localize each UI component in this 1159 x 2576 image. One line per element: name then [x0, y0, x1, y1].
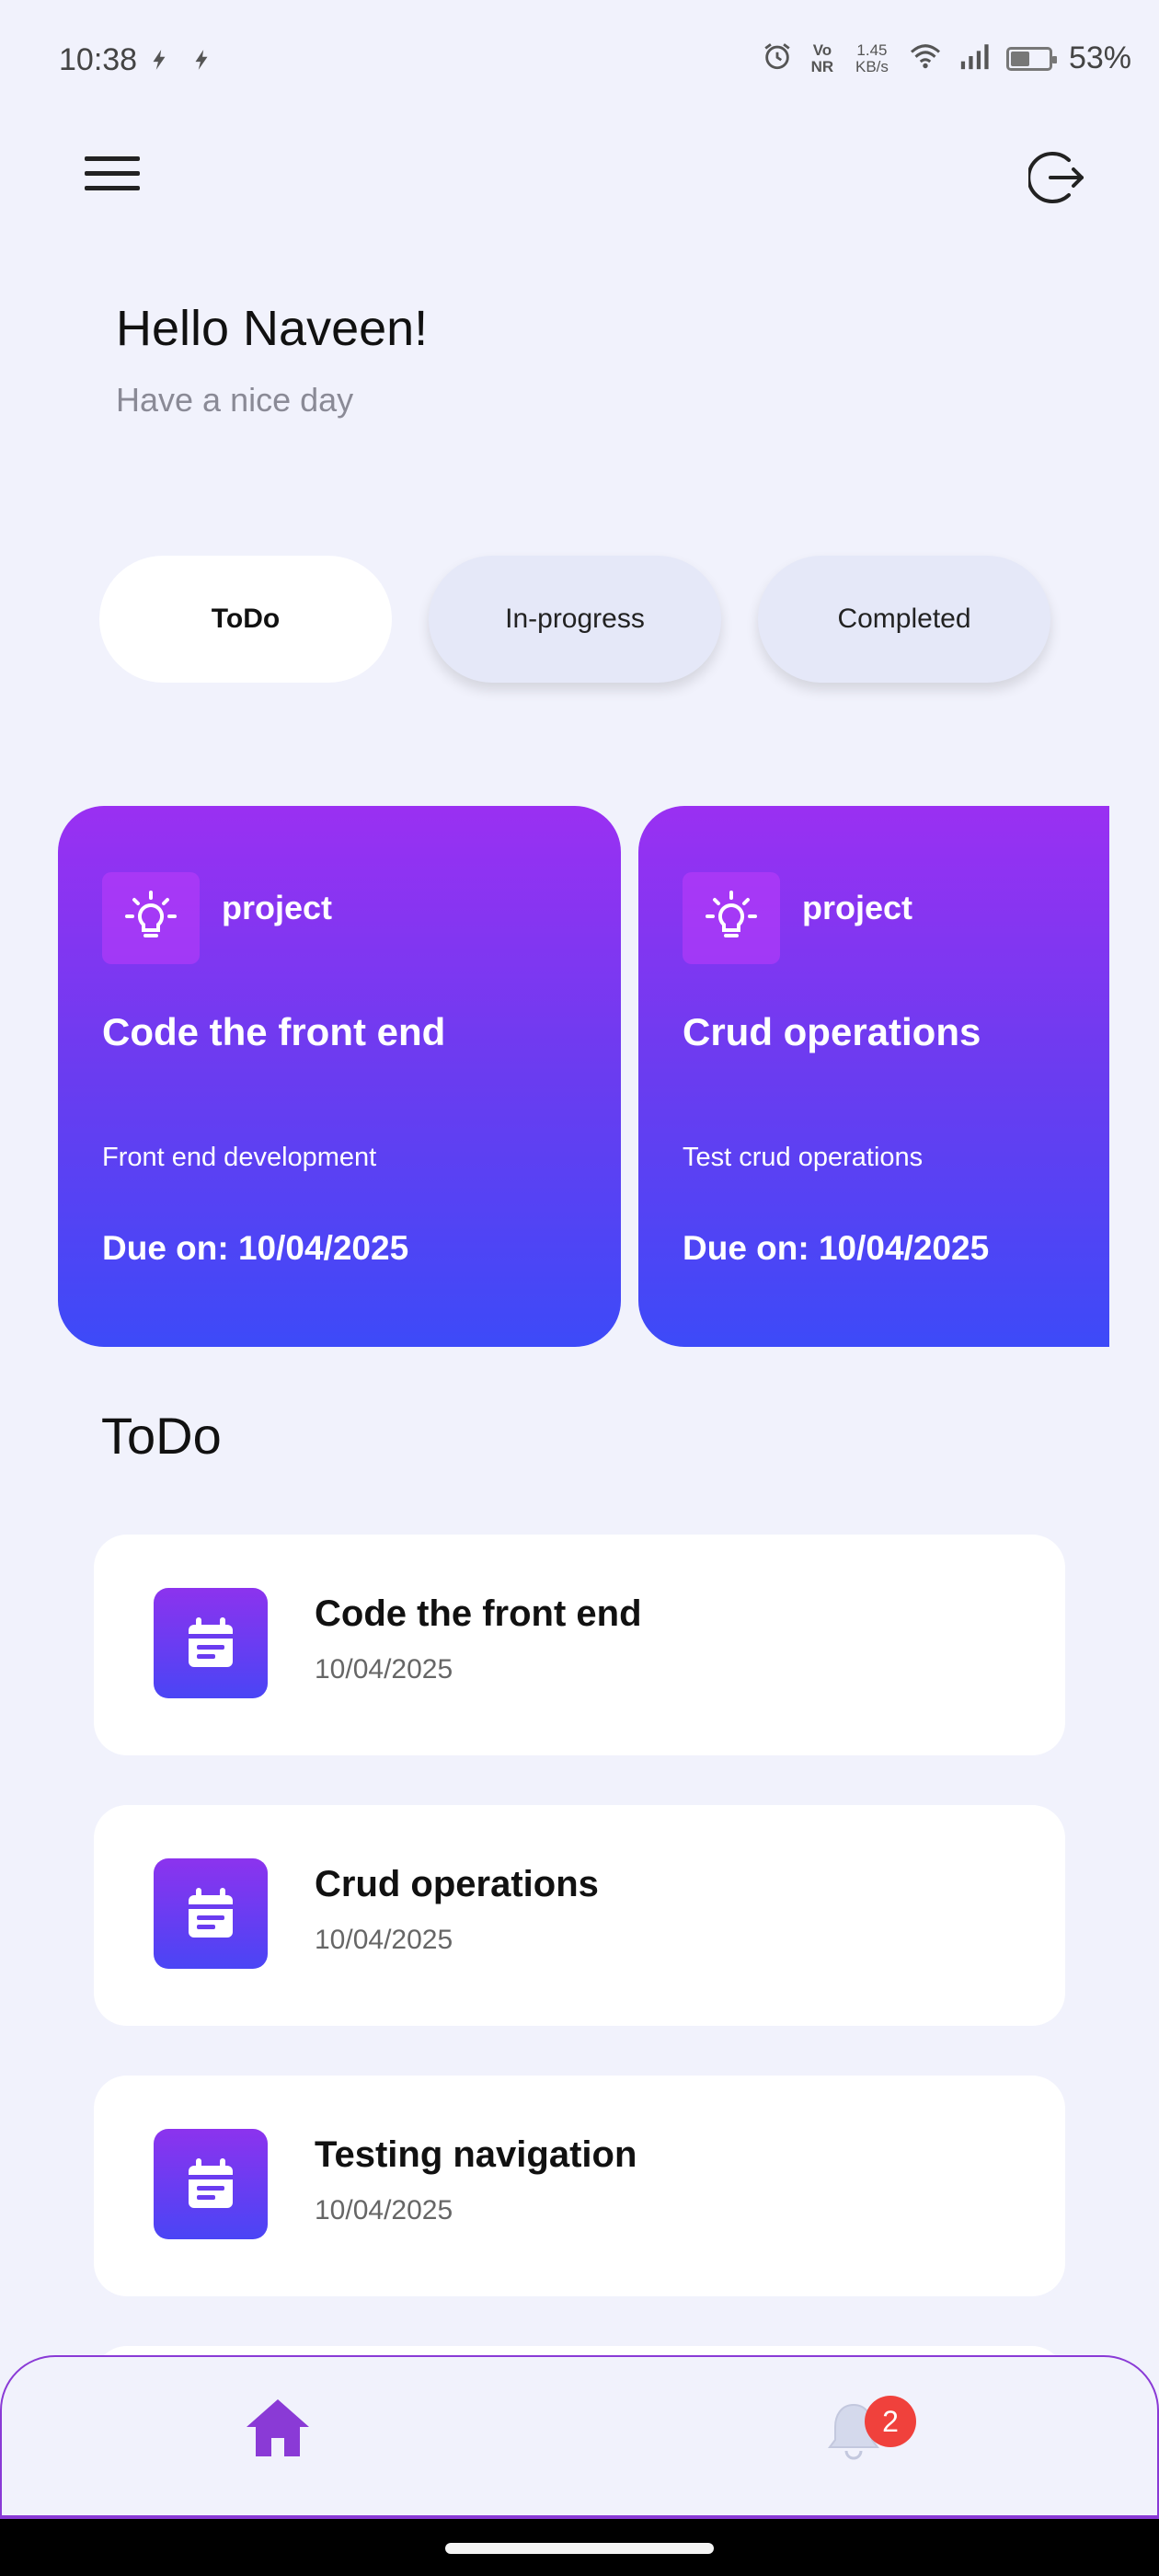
- notification-badge: 2: [865, 2396, 916, 2447]
- calendar-icon: [154, 2129, 268, 2239]
- project-tag: project: [802, 889, 913, 926]
- wifi-icon: [909, 42, 942, 75]
- project-due-date: Due on: 10/04/2025: [102, 1229, 409, 1267]
- calendar-icon: [154, 1858, 268, 1969]
- greeting-title: Hello Naveen!: [116, 301, 429, 356]
- battery-icon: [1005, 46, 1057, 71]
- tab-in-progress[interactable]: In-progress: [429, 556, 721, 683]
- home-indicator[interactable]: [445, 2543, 714, 2554]
- bottom-navigation: [0, 2355, 1159, 2519]
- alarm-icon: [762, 40, 793, 76]
- battery-percent: 53%: [1068, 40, 1131, 75]
- network-type-indicator: Vo NR: [810, 40, 834, 75]
- lightning-icon: [189, 48, 213, 78]
- lightning-icon: [147, 48, 171, 78]
- status-time: 10:38: [59, 42, 138, 77]
- project-title: Code the front end: [102, 1010, 446, 1053]
- project-description: Front end development: [102, 1143, 377, 1172]
- project-card[interactable]: project Code the front end Front end dev…: [58, 806, 621, 1347]
- logout-icon[interactable]: [1027, 147, 1089, 208]
- task-list-item[interactable]: Crud operations 10/04/2025: [94, 1805, 1065, 2026]
- project-description: Test crud operations: [683, 1143, 924, 1172]
- task-list-item[interactable]: Code the front end 10/04/2025: [94, 1535, 1065, 1755]
- network-speed: 1.45 KB/s: [855, 40, 889, 75]
- signal-icon: [958, 42, 990, 75]
- project-title: Crud operations: [683, 1010, 981, 1053]
- project-due-date: Due on: 10/04/2025: [683, 1229, 990, 1267]
- lightbulb-icon: [102, 872, 200, 964]
- tab-todo[interactable]: ToDo: [99, 556, 392, 683]
- task-title: Crud operations: [315, 1864, 599, 1904]
- section-title: ToDo: [101, 1407, 222, 1465]
- project-tag: project: [222, 889, 333, 926]
- lightbulb-icon: [683, 872, 780, 964]
- menu-icon[interactable]: [85, 156, 140, 197]
- task-date: 10/04/2025: [315, 1654, 453, 1685]
- task-list-item[interactable]: Testing navigation 10/04/2025: [94, 2076, 1065, 2296]
- greeting-subtitle: Have a nice day: [116, 381, 354, 419]
- task-date: 10/04/2025: [315, 1925, 453, 1955]
- project-card[interactable]: project Crud operations Test crud operat…: [638, 806, 1109, 1347]
- task-title: Testing navigation: [315, 2134, 637, 2175]
- status-bar: 10:38 Vo NR 1.45 KB/s 53%: [0, 0, 1159, 129]
- task-date: 10/04/2025: [315, 2195, 453, 2225]
- calendar-icon: [154, 1588, 268, 1698]
- tab-completed[interactable]: Completed: [758, 556, 1050, 683]
- task-title: Code the front end: [315, 1593, 642, 1634]
- home-icon[interactable]: [243, 2396, 313, 2460]
- project-cards-carousel[interactable]: project Code the front end Front end dev…: [0, 806, 1109, 1349]
- system-navigation-bar: [0, 2519, 1159, 2576]
